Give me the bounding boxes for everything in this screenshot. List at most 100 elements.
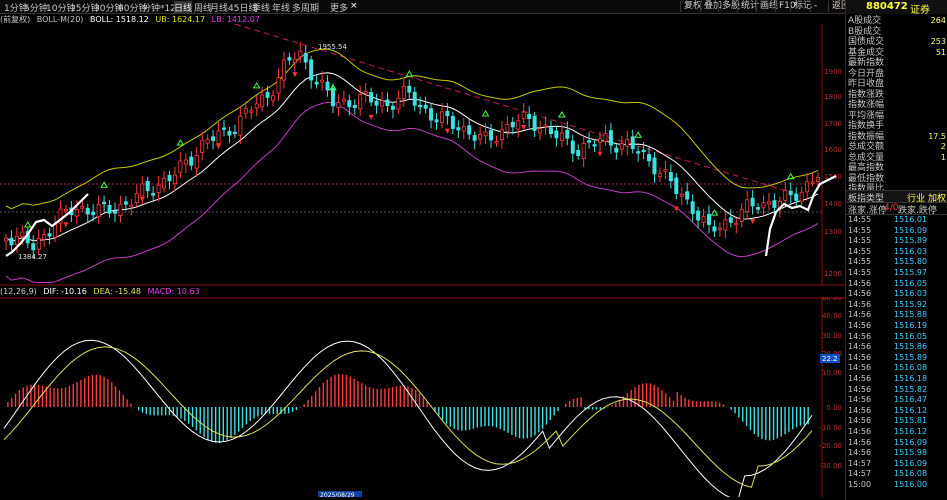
candle-body [472, 135, 477, 141]
tick-time: 14:56 [848, 427, 872, 436]
candle-body [434, 119, 439, 123]
tick-price: 1515.82 [894, 384, 928, 394]
macd-axis-label: 60.00 [822, 297, 842, 302]
candle-body [134, 192, 139, 203]
tick-row: 14:56 1516.19 [846, 321, 947, 331]
tick-row: 14:55 1515.97 [846, 268, 947, 278]
tick-price: 1515.88 [894, 310, 928, 320]
tick-time: 14:56 [848, 342, 872, 352]
candle-body [47, 233, 52, 237]
period-7[interactable]: 日线 [174, 1, 193, 14]
period-1[interactable]: 5分钟 [24, 1, 48, 14]
tick-row: 14:56 1516.12 [846, 427, 947, 437]
price-chart[interactable]: 190018001700160015001400130012001955.541… [0, 24, 845, 286]
tick-row: 14:56 1515.81 [846, 416, 947, 426]
period-14[interactable]: 更多 [330, 1, 348, 14]
period-9[interactable]: 月线 [210, 1, 228, 14]
candle-body [625, 139, 630, 147]
candle-body [750, 197, 755, 207]
candle-body [363, 90, 368, 94]
sell-signal-icon [750, 218, 756, 224]
macd-axis-label: 30.00 [822, 332, 842, 340]
tick-row: 14:55 1516.09 [846, 226, 947, 236]
tick-price: 1515.81 [894, 416, 928, 426]
stat-value: 17.5 [928, 131, 946, 141]
ub-value: UB: 1624.17 [155, 15, 206, 24]
candle-body [347, 100, 352, 108]
advance-decline-item: 4/0 [884, 203, 899, 213]
candle-body [450, 115, 455, 129]
candle-body [243, 108, 248, 114]
candle-body [287, 57, 292, 61]
tick-price: 1515.86 [894, 342, 928, 352]
dif-value: DIF: -10.16 [43, 287, 87, 296]
candle-body [456, 127, 461, 131]
price-axis-label: 1400 [824, 200, 842, 208]
stat-row: 最高指数 [848, 163, 946, 173]
macd-params[interactable]: (12,26,9) [0, 287, 37, 296]
candle-body [505, 123, 510, 133]
stat-row: A股成交 264 [848, 16, 946, 26]
tick-price: 1516.19 [894, 321, 928, 330]
candle-body [489, 129, 494, 141]
period-13[interactable]: 多周期 [292, 1, 319, 14]
boll-value: BOLL: 1518.12 [89, 15, 149, 24]
candle-body [587, 140, 592, 143]
tick-time: 14:56 [848, 331, 872, 341]
candle-body [107, 204, 112, 214]
candle-body [232, 131, 237, 135]
tick-price: 1515.97 [894, 268, 928, 277]
candle-body [516, 120, 521, 130]
candle-body [178, 160, 183, 173]
candle-body [570, 140, 575, 154]
sell-signal-icon [444, 128, 450, 134]
period-11[interactable]: 季线 [252, 1, 270, 14]
candle-body [576, 150, 581, 156]
candle-body [341, 98, 346, 102]
macd-chart[interactable]: 60.0040.0030.0020.0010.000.00-10.00-20.0… [0, 297, 845, 497]
indicator-label[interactable]: BOLL-M(20) [37, 15, 84, 24]
macd-value: MACD: 10.63 [147, 287, 200, 296]
candle-body [429, 108, 434, 121]
candle-body [407, 85, 412, 93]
tick-time: 14:56 [848, 321, 872, 330]
candle-body [559, 132, 564, 141]
candle-body [756, 207, 761, 210]
candle-body [674, 177, 679, 194]
candle-body [205, 139, 210, 144]
stat-row: 平均涨幅 [848, 111, 946, 121]
candle-body [538, 128, 543, 134]
tick-price: 1516.08 [894, 363, 928, 373]
price-axis-label: 1700 [824, 120, 842, 128]
tick-row: 14:56 1516.05 [846, 279, 947, 289]
toolbar-button-7[interactable]: - [810, 1, 820, 12]
stat-row: 国债成交 253 [848, 37, 946, 47]
candle-body [461, 126, 466, 132]
tick-price: 1515.92 [894, 299, 928, 309]
candle-body [816, 176, 821, 182]
candle-body [298, 50, 303, 58]
tick-time: 14:57 [848, 458, 872, 468]
candle-body [652, 157, 657, 175]
period-12[interactable]: 年线 [272, 1, 290, 14]
tick-price: 1516.12 [894, 427, 928, 436]
candle-body [592, 144, 597, 147]
tick-time: 14:56 [848, 299, 872, 309]
candle-body [325, 81, 330, 91]
adjust-label[interactable]: (前复权) [0, 15, 30, 24]
candle-body [554, 130, 559, 139]
candle-body [630, 136, 635, 150]
dea-line [3, 346, 813, 488]
tick-price: 1516.12 [894, 405, 928, 415]
candle-body [668, 172, 673, 182]
sell-signal-icon [292, 72, 298, 78]
close-icon[interactable]: × [350, 1, 358, 11]
candle-body [80, 206, 85, 209]
buy-signal-icon [176, 139, 185, 146]
candle-body [745, 199, 750, 212]
candle-body [281, 59, 286, 81]
tick-row: 14:55 1515.89 [846, 236, 947, 246]
candle-body [565, 129, 570, 139]
tick-time: 14:55 [848, 257, 872, 267]
tick-time: 14:56 [848, 374, 872, 383]
